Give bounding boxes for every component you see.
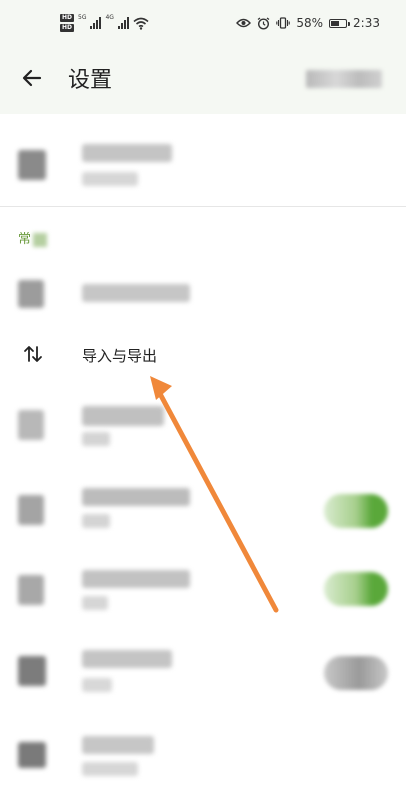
signal-strength-icon-2 (117, 17, 129, 29)
redacted-header-action[interactable] (306, 70, 382, 88)
redacted-icon (18, 742, 46, 768)
toggle-switch[interactable] (324, 656, 388, 690)
app-bar: 设置 (0, 48, 406, 114)
redacted-text (82, 144, 172, 162)
status-signal-group: HD HD 5G 4G (60, 14, 149, 32)
redacted-text (82, 406, 164, 426)
redacted-icon (18, 575, 44, 605)
status-system-group: 58% 2:33 (236, 16, 380, 30)
battery-percent: 58% (296, 16, 324, 30)
redacted-avatar (18, 150, 46, 180)
section-header-text: 常 (18, 232, 32, 247)
toggle-switch[interactable] (324, 494, 388, 528)
import-export-label: 导入与导出 (82, 347, 158, 365)
redacted-icon (18, 495, 44, 525)
page-title: 设置 (68, 68, 113, 93)
redacted-subtext (82, 432, 110, 446)
status-time: 2:33 (353, 16, 380, 30)
status-bar: HD HD 5G 4G 58% 2:33 (0, 0, 406, 48)
section-header: 常 (18, 228, 48, 247)
eye-icon (236, 18, 252, 28)
battery-icon (329, 18, 351, 28)
redacted-text (82, 488, 190, 506)
divider (0, 206, 406, 207)
network-4g-label: 4G (105, 13, 114, 21)
hd-badge: HD (60, 14, 75, 22)
hd-badge-2: HD (60, 24, 75, 32)
swap-vertical-icon (24, 346, 42, 362)
hd-badges: HD HD (60, 14, 75, 32)
redacted-subtext (82, 678, 112, 692)
arrow-left-icon[interactable] (20, 66, 44, 90)
redacted-icon (18, 280, 44, 308)
redacted-text (33, 232, 48, 247)
wifi-icon (133, 17, 149, 30)
toggle-switch[interactable] (324, 572, 388, 606)
network-5g-label: 5G (78, 13, 87, 21)
redacted-text (82, 650, 172, 668)
redacted-icon (18, 410, 44, 440)
redacted-subtext (82, 596, 108, 610)
redacted-subtext (82, 514, 110, 528)
vibrate-icon (276, 17, 291, 29)
alarm-icon (257, 16, 270, 30)
redacted-subtext (82, 172, 138, 186)
redacted-text (82, 736, 154, 754)
redacted-icon (18, 656, 46, 686)
redacted-text (82, 284, 190, 302)
signal-strength-icon (90, 17, 102, 29)
redacted-text (82, 570, 190, 588)
redacted-subtext (82, 762, 138, 776)
